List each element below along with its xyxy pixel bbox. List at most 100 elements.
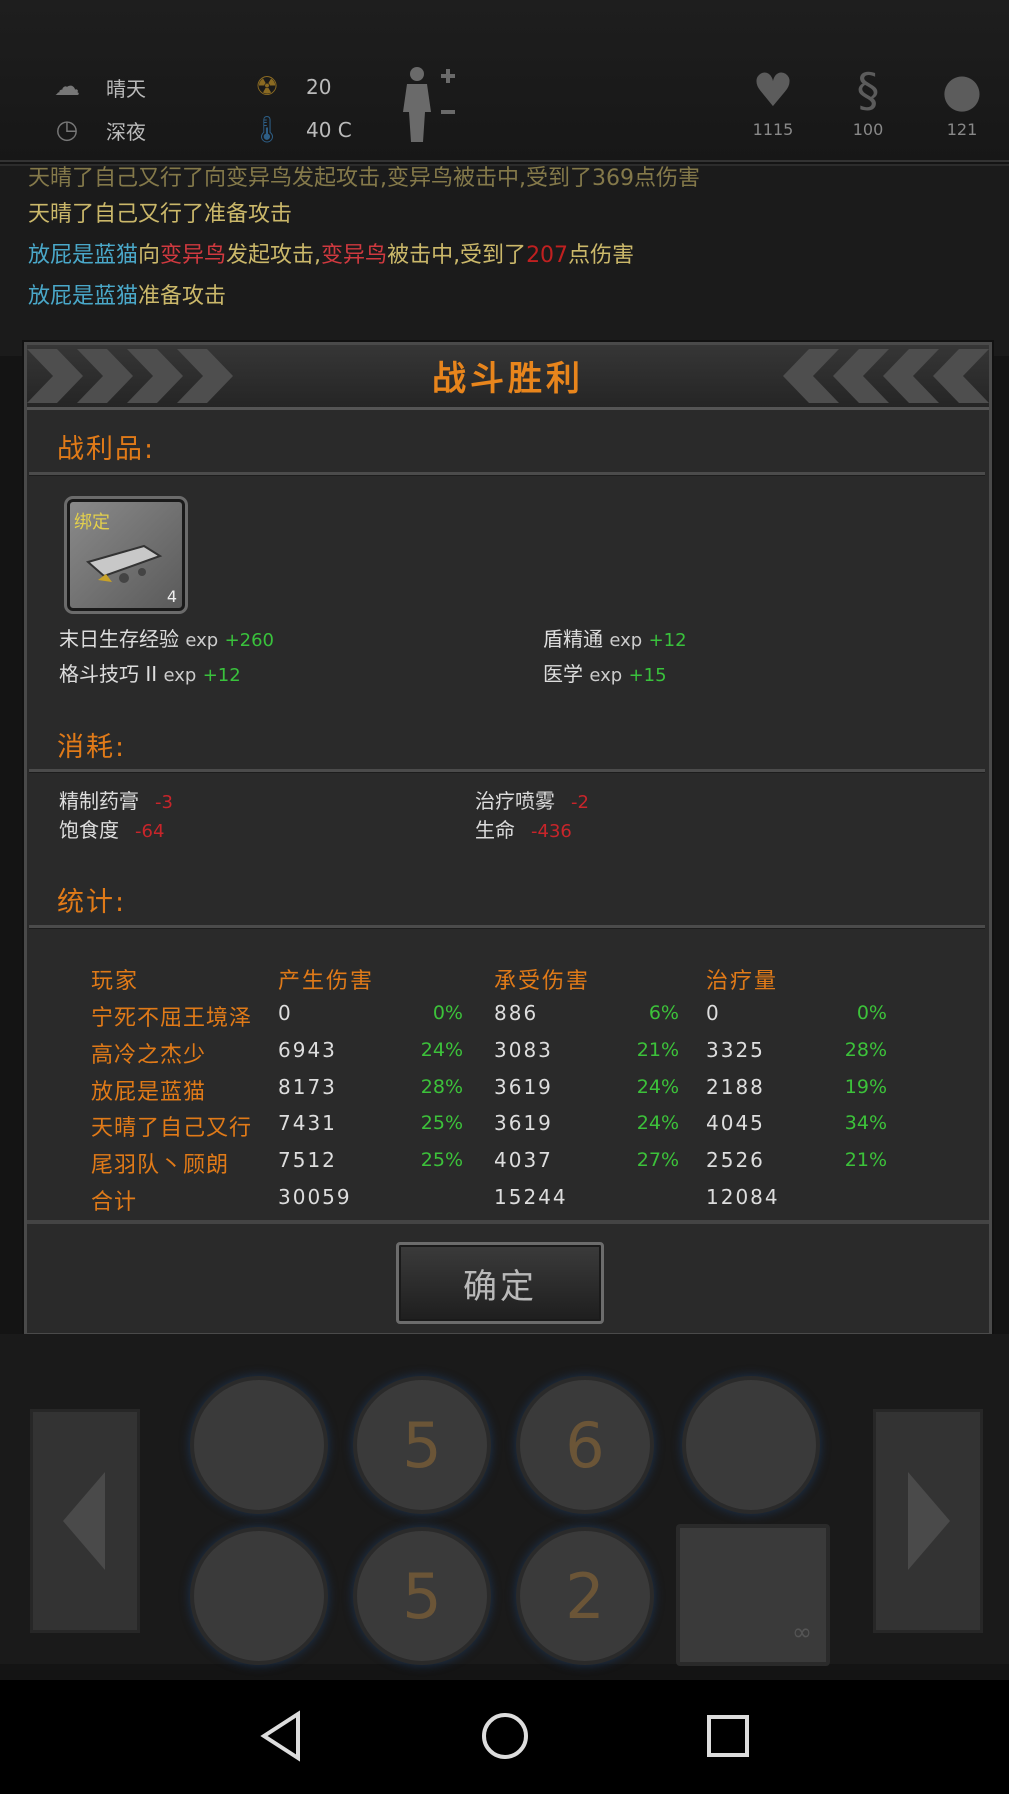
temperature-value: 40 C <box>306 118 352 142</box>
table-header-heal: 治疗量 <box>706 969 779 994</box>
hunger-value: 100 <box>852 120 884 139</box>
temperature-stat: 🌡 40 C <box>250 113 352 147</box>
dialog-header: 战斗胜利 <box>27 345 989 410</box>
exp-gain: 医学 exp +15 <box>543 662 667 686</box>
damage-pct: 24% <box>420 1039 463 1061</box>
player-name: 尾羽队丶顾朗 <box>91 1153 230 1178</box>
table-header-taken: 承受伤害 <box>494 969 591 994</box>
taken-value: 3619 <box>494 1111 553 1135</box>
recents-icon[interactable] <box>698 1706 758 1766</box>
brain-icon: ● <box>941 63 983 117</box>
arrow-right-icon <box>908 1472 950 1570</box>
hunger-meter[interactable]: § 100 <box>828 60 908 139</box>
damage-value: 8173 <box>278 1075 337 1099</box>
damage-value: 7431 <box>278 1111 337 1135</box>
cloud-sun-icon: ☁ <box>54 72 80 102</box>
prev-page-button[interactable] <box>30 1409 140 1633</box>
exp-gain: 盾精通 exp +12 <box>543 627 687 651</box>
material-bundle-icon <box>85 544 163 583</box>
stab-skill-icon[interactable]: 5 <box>353 1376 491 1514</box>
damage-value: 0 <box>278 1001 293 1025</box>
heal-pct: 19% <box>844 1076 887 1098</box>
skull-skill-icon[interactable]: 6 <box>516 1376 654 1514</box>
time-stat: ◷ 深夜 <box>50 113 146 147</box>
knife-weapon-icon[interactable]: ∞ <box>676 1524 830 1666</box>
total-heal: 12084 <box>706 1185 780 1209</box>
home-icon[interactable] <box>475 1706 535 1766</box>
person-add-icon <box>403 67 455 142</box>
sanity-meter[interactable]: ● 121 <box>922 60 1002 139</box>
damage-pct: 0% <box>432 1002 463 1024</box>
clock-icon: ◷ <box>55 115 79 145</box>
sanity-value: 121 <box>946 120 978 139</box>
heal-value: 0 <box>706 1001 721 1025</box>
loot-count: 4 <box>166 587 177 606</box>
damage-value: 7512 <box>278 1148 337 1172</box>
log-line: 放屁是蓝猫向变异鸟发起攻击,变异鸟被击中,受到了207点伤害 <box>28 243 635 268</box>
taken-pct: 21% <box>636 1039 679 1061</box>
weather-label: 晴天 <box>106 76 146 101</box>
cost-section-title: 消耗: <box>57 732 127 763</box>
taken-value: 4037 <box>494 1148 553 1172</box>
damage-pct: 25% <box>420 1149 463 1171</box>
health-meter[interactable]: ♥ 1115 <box>733 60 813 139</box>
dialog-title: 战斗胜利 <box>432 359 584 399</box>
slash-skill-icon[interactable] <box>190 1376 328 1514</box>
heal-pct: 21% <box>844 1149 887 1171</box>
log-line: 天晴了自己又行了准备攻击 <box>28 202 293 227</box>
back-icon[interactable] <box>252 1706 312 1766</box>
divider <box>29 769 985 773</box>
radiation-stat: ☢ 20 <box>250 70 331 104</box>
divider <box>27 1220 989 1224</box>
weather-stat: ☁ 晴天 <box>50 70 146 104</box>
heal-pct: 0% <box>856 1002 887 1024</box>
loot-section-title: 战利品: <box>57 434 156 465</box>
target-skill-icon[interactable] <box>682 1376 820 1514</box>
heal-value: 2188 <box>706 1075 765 1099</box>
cost-item: 精制药膏 -3 <box>59 789 173 813</box>
total-taken: 15244 <box>494 1185 568 1209</box>
heal-skill-icon[interactable]: 2 <box>516 1527 654 1665</box>
damage-pct: 28% <box>420 1076 463 1098</box>
radiation-icon: ☢ <box>255 72 279 102</box>
damage-value: 6943 <box>278 1038 337 1062</box>
player-name: 天晴了自己又行 <box>91 1116 253 1141</box>
cost-item: 生命 -436 <box>475 818 572 842</box>
heal-value: 3325 <box>706 1038 765 1062</box>
exp-gain: 格斗技巧 II exp +12 <box>59 662 241 686</box>
heal-pct: 34% <box>844 1112 887 1134</box>
fire-skill-icon[interactable]: 5 <box>353 1527 491 1665</box>
radiation-value: 20 <box>306 75 332 99</box>
stomach-icon: § <box>856 63 880 117</box>
party-member-button[interactable] <box>395 64 467 144</box>
player-name: 放屁是蓝猫 <box>91 1080 207 1105</box>
taken-value: 886 <box>494 1001 539 1025</box>
skill-bar: 5 6 5 2 ∞ <box>0 1334 1009 1666</box>
battle-victory-dialog: 战斗胜利 战利品: 绑定 4 末日生存经验 exp +260 盾精通 exp +… <box>24 342 992 1336</box>
next-page-button[interactable] <box>873 1409 983 1633</box>
heal-value: 4045 <box>706 1111 765 1135</box>
system-nav-bar <box>0 1680 1009 1794</box>
health-value: 1115 <box>752 120 794 139</box>
total-label: 合计 <box>91 1190 138 1215</box>
heal-value: 2526 <box>706 1148 765 1172</box>
player-name: 高冷之杰少 <box>91 1043 207 1068</box>
taken-pct: 24% <box>636 1112 679 1134</box>
time-label: 深夜 <box>106 119 146 144</box>
status-bar: ☁ 晴天 ◷ 深夜 ☢ 20 🌡 40 C ♥ 1115 § 100 ● 121 <box>0 0 1009 162</box>
log-line: 放屁是蓝猫准备攻击 <box>28 284 227 309</box>
divider <box>29 472 985 476</box>
stats-section-title: 统计: <box>57 887 127 918</box>
medkit-skill-icon[interactable] <box>190 1527 328 1665</box>
table-header-player: 玩家 <box>91 969 140 994</box>
heart-icon: ♥ <box>752 63 794 117</box>
battle-log[interactable]: 天晴了自己又行了向变异鸟发起攻击,变异鸟被击中,受到了369点伤害 天晴了自己又… <box>0 164 1009 356</box>
taken-value: 3083 <box>494 1038 553 1062</box>
confirm-button[interactable]: 确定 <box>396 1242 604 1324</box>
player-name: 宁死不屈王境泽 <box>91 1006 253 1031</box>
cost-item: 饱食度 -64 <box>59 818 165 842</box>
loot-item-slot[interactable]: 绑定 4 <box>64 496 188 614</box>
taken-pct: 27% <box>636 1149 679 1171</box>
cost-item: 治疗喷雾 -2 <box>475 789 589 813</box>
exp-gain: 末日生存经验 exp +260 <box>59 627 275 651</box>
